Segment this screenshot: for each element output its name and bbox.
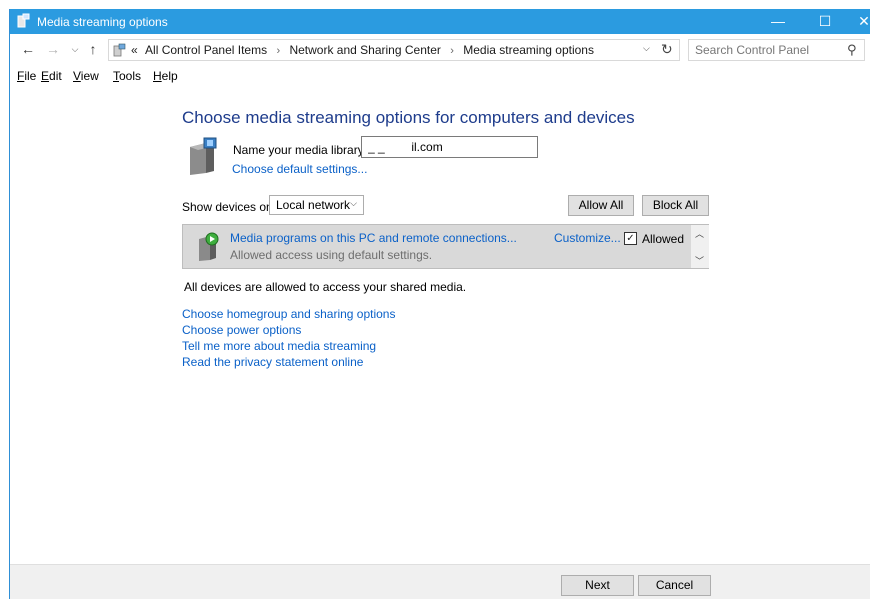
block-all-button[interactable]: Block All (642, 195, 709, 216)
library-name-input[interactable] (361, 136, 538, 158)
breadcrumb-item-control-panel[interactable]: All Control Panel Items (145, 43, 267, 57)
device-name-link[interactable]: Media programs on this PC and remote con… (230, 231, 517, 245)
breadcrumb-overflow[interactable]: « (131, 43, 138, 57)
breadcrumb-item-media-streaming[interactable]: Media streaming options (463, 43, 594, 57)
chevron-down-icon: ⌵ (350, 198, 357, 208)
page-title: Choose media streaming options for compu… (182, 108, 635, 127)
menu-file[interactable]: File (17, 69, 36, 83)
breadcrumb-separator[interactable]: › (450, 45, 454, 57)
menu-view-accel: V (73, 69, 81, 83)
show-devices-select[interactable]: Local network ⌵ (269, 195, 364, 215)
menu-tools-label: ools (119, 69, 142, 83)
media-streaming-window: Media streaming options — ☐ ✕ ← → ⌵ ↑ « … (9, 9, 870, 599)
library-name-label: Name your media library: (233, 143, 368, 157)
cancel-button[interactable]: Cancel (638, 575, 711, 596)
search-icon[interactable]: ⚲ (847, 42, 857, 58)
scroll-down-icon[interactable]: ﹀ (695, 254, 704, 267)
menu-file-label: ile (24, 69, 37, 83)
media-library-icon (190, 137, 217, 175)
show-devices-label: Show devices on: (182, 200, 277, 214)
menu-edit-label: dit (49, 69, 62, 83)
main-content: Choose media streaming options for compu… (10, 87, 870, 564)
close-button[interactable]: ✕ (841, 9, 870, 34)
menu-view-label: iew (80, 69, 99, 83)
window-title: Media streaming options (37, 15, 168, 29)
scroll-up-icon[interactable]: ︿ (695, 227, 704, 240)
allowed-label[interactable]: Allowed (642, 232, 684, 246)
menu-tools[interactable]: Tools (113, 69, 141, 83)
breadcrumb-separator[interactable]: › (276, 45, 280, 57)
device-list: Media programs on this PC and remote con… (182, 224, 709, 269)
arrow-left-icon[interactable]: ← (20, 40, 36, 58)
wizard-footer: Next Cancel (10, 564, 870, 599)
menu-view[interactable]: View (73, 69, 99, 83)
media-streaming-info-link[interactable]: Tell me more about media streaming (182, 339, 376, 353)
arrow-up-icon[interactable]: ↑ (85, 40, 101, 58)
control-panel-icon (113, 43, 126, 57)
menu-edit[interactable]: Edit (41, 69, 62, 83)
search-input[interactable] (695, 42, 835, 58)
navigation-bar: ← → ⌵ ↑ « All Control Panel Items › Netw… (10, 34, 870, 64)
menu-help[interactable]: Help (153, 69, 178, 83)
choose-default-settings-link[interactable]: Choose default settings... (232, 162, 367, 176)
search-box[interactable]: ⚲ (688, 39, 865, 61)
device-status: Allowed access using default settings. (230, 248, 433, 262)
menu-bar: File Edit View Tools Help (10, 66, 870, 86)
media-streaming-icon (17, 13, 30, 28)
menu-edit-accel: E (41, 69, 50, 83)
address-dropdown-icon[interactable]: ⌵ (643, 43, 650, 54)
breadcrumb: « All Control Panel Items › Network and … (131, 43, 594, 57)
media-device-icon (199, 232, 219, 261)
show-devices-value: Local network (276, 198, 351, 212)
breadcrumb-item-network[interactable]: Network and Sharing Center (289, 43, 440, 57)
privacy-statement-link[interactable]: Read the privacy statement online (182, 355, 363, 369)
menu-help-accel: H (153, 69, 162, 83)
arrow-right-icon[interactable]: → (45, 40, 61, 58)
minimize-button[interactable]: — (755, 9, 801, 34)
refresh-icon[interactable]: ↻ (661, 41, 673, 58)
menu-help-label: elp (161, 69, 178, 83)
next-button[interactable]: Next (561, 575, 634, 596)
address-bar[interactable]: « All Control Panel Items › Network and … (108, 39, 680, 61)
title-bar[interactable]: Media streaming options — ☐ ✕ (10, 9, 870, 34)
device-list-scrollbar[interactable]: ︿ ﹀ (691, 225, 709, 268)
homegroup-sharing-link[interactable]: Choose homegroup and sharing options (182, 307, 395, 321)
sharing-status-text: All devices are allowed to access your s… (184, 280, 467, 294)
power-options-link[interactable]: Choose power options (182, 323, 301, 337)
allow-all-button[interactable]: Allow All (568, 195, 634, 216)
allowed-checkbox[interactable]: ✓ (624, 232, 637, 245)
customize-link[interactable]: Customize... (554, 231, 621, 245)
chevron-down-icon[interactable]: ⌵ (67, 40, 83, 58)
